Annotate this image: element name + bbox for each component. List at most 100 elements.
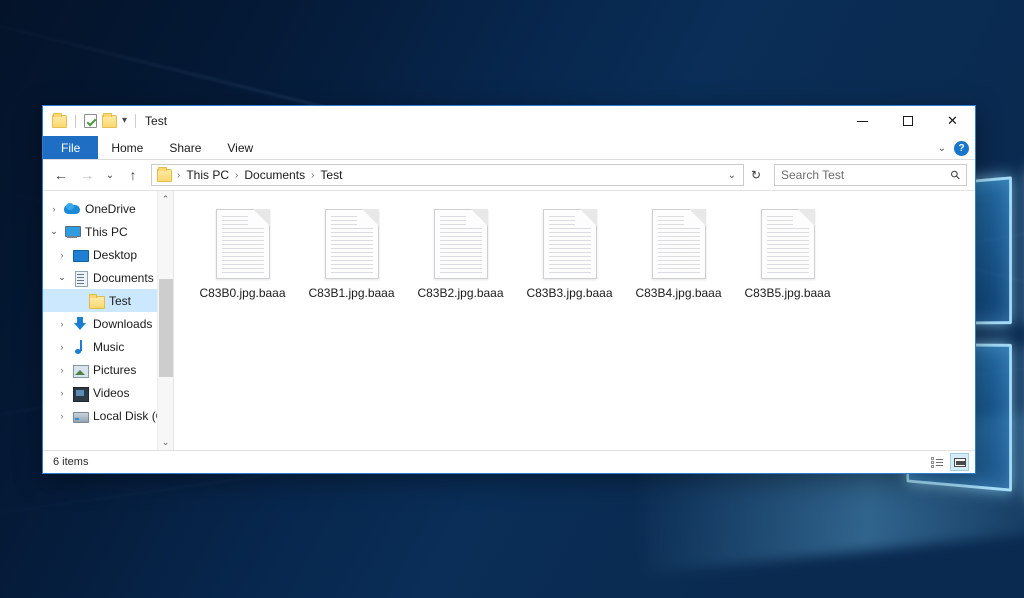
downloads-icon [72, 316, 88, 332]
ribbon-tab-strip: File Home Share View ⌄ ? [43, 136, 975, 160]
details-view-button[interactable] [927, 453, 946, 471]
close-icon: ✕ [947, 113, 958, 129]
folder-icon[interactable] [52, 115, 67, 128]
minimize-button[interactable] [840, 106, 885, 136]
folder-icon [157, 169, 172, 182]
up-button[interactable]: ↑ [121, 163, 145, 187]
sidebar-item-desktop[interactable]: › Desktop [43, 243, 173, 266]
scroll-down-icon[interactable]: ⌄ [158, 434, 174, 450]
file-name-label: C83B4.jpg.baaa [635, 286, 721, 300]
onedrive-icon [64, 201, 80, 217]
chevron-right-icon[interactable]: › [57, 388, 67, 398]
search-box[interactable]: Search Test ⚲ [774, 164, 967, 186]
sidebar-item-local-disk[interactable]: › Local Disk (C:) [43, 404, 173, 427]
address-bar-row: ← → ⌄ ↑ › This PC › Documents › Test ⌄ ↻… [43, 160, 975, 190]
breadcrumb-separator: › [310, 170, 315, 181]
desktop-icon [72, 247, 88, 263]
file-item[interactable]: C83B3.jpg.baaa [515, 205, 624, 323]
large-icons-view-button[interactable] [950, 453, 969, 471]
sidebar-item-test[interactable]: Test [43, 289, 173, 312]
file-name-label: C83B0.jpg.baaa [199, 286, 285, 300]
tab-file[interactable]: File [43, 136, 98, 159]
chevron-right-icon[interactable]: › [57, 250, 67, 260]
sidebar-item-videos[interactable]: › Videos [43, 381, 173, 404]
quick-access-toolbar: ▾ [43, 114, 127, 128]
refresh-button[interactable]: ↻ [746, 164, 766, 186]
file-name-label: C83B2.jpg.baaa [417, 286, 503, 300]
file-item[interactable]: C83B4.jpg.baaa [624, 205, 733, 323]
search-input[interactable]: Search Test [781, 168, 951, 182]
file-name-label: C83B1.jpg.baaa [308, 286, 394, 300]
breadcrumb-documents[interactable]: Documents [241, 168, 308, 182]
chevron-right-icon[interactable]: › [49, 204, 59, 214]
file-item[interactable]: C83B5.jpg.baaa [733, 205, 842, 323]
scroll-up-icon[interactable]: ⌃ [158, 191, 174, 207]
sidebar-item-pictures[interactable]: › Pictures [43, 358, 173, 381]
chevron-down-icon[interactable]: ⌄ [57, 272, 67, 283]
breadcrumb-test[interactable]: Test [317, 168, 345, 182]
view-toggle-group [927, 453, 969, 471]
file-name-label: C83B5.jpg.baaa [744, 286, 830, 300]
file-item[interactable]: C83B1.jpg.baaa [297, 205, 406, 323]
chevron-right-icon[interactable]: › [57, 342, 67, 352]
chevron-down-icon[interactable]: ⌄ [938, 143, 946, 154]
sidebar-item-downloads[interactable]: › Downloads [43, 312, 173, 335]
recent-locations-button[interactable]: ⌄ [101, 163, 119, 187]
back-button[interactable]: ← [49, 163, 73, 187]
page-lines [331, 216, 373, 273]
sidebar-item-label: Downloads [93, 317, 152, 331]
generic-file-icon [652, 209, 706, 279]
file-explorer-window: ▾ Test ✕ File Home Share View ⌄ ? ← → ⌄ [42, 105, 976, 474]
sidebar-item-label: Videos [93, 386, 129, 400]
scrollbar-thumb[interactable] [159, 279, 173, 377]
forward-button[interactable]: → [75, 163, 99, 187]
chevron-right-icon[interactable]: › [57, 365, 67, 375]
chevron-right-icon[interactable]: › [57, 319, 67, 329]
file-item[interactable]: C83B2.jpg.baaa [406, 205, 515, 323]
sidebar-item-documents[interactable]: ⌄ Documents [43, 266, 173, 289]
ribbon-right-controls: ⌄ ? [938, 136, 969, 160]
sidebar-item-onedrive[interactable]: › OneDrive [43, 197, 173, 220]
properties-icon[interactable] [84, 114, 97, 128]
page-lines [767, 216, 809, 273]
maximize-button[interactable] [885, 106, 930, 136]
sidebar-item-this-pc[interactable]: ⌄ This PC [43, 220, 173, 243]
new-folder-icon[interactable] [102, 115, 117, 128]
help-icon[interactable]: ? [954, 141, 969, 156]
maximize-icon [903, 116, 913, 126]
breadcrumb-separator: › [176, 170, 181, 181]
address-bar[interactable]: › This PC › Documents › Test ⌄ [151, 164, 744, 186]
videos-icon [72, 385, 88, 401]
scrollbar-track[interactable] [158, 207, 174, 434]
chevron-down-icon[interactable]: ⌄ [725, 170, 739, 181]
desktop: ▾ Test ✕ File Home Share View ⌄ ? ← → ⌄ [0, 0, 1024, 598]
sidebar-scrollbar[interactable]: ⌃ ⌄ [157, 191, 173, 450]
chevron-down-icon[interactable]: ⌄ [49, 226, 59, 237]
sidebar-item-label: Test [109, 294, 131, 308]
window-controls: ✕ [840, 106, 975, 136]
file-item[interactable]: C83B0.jpg.baaa [188, 205, 297, 323]
close-button[interactable]: ✕ [930, 106, 975, 136]
minimize-icon [857, 121, 868, 122]
page-lines [440, 216, 482, 273]
pictures-icon [72, 362, 88, 378]
address-bar-right: ⌄ [725, 170, 739, 181]
music-icon [72, 339, 88, 355]
folder-icon [88, 293, 104, 309]
breadcrumb-separator: › [234, 170, 239, 181]
tab-home[interactable]: Home [98, 136, 156, 159]
divider [75, 115, 76, 128]
sidebar-item-label: OneDrive [85, 202, 136, 216]
window-title: Test [135, 114, 167, 128]
tab-share[interactable]: Share [156, 136, 214, 159]
file-list-view[interactable]: C83B0.jpg.baaa C83B1.jpg.baaa [173, 191, 975, 450]
breadcrumb-this-pc[interactable]: This PC [183, 168, 232, 182]
generic-file-icon [543, 209, 597, 279]
generic-file-icon [761, 209, 815, 279]
chevron-down-icon[interactable]: ▾ [122, 116, 127, 126]
chevron-right-icon[interactable]: › [57, 411, 67, 421]
tab-view[interactable]: View [214, 136, 266, 159]
title-bar: ▾ Test ✕ [43, 106, 975, 136]
sidebar-item-label: Documents [93, 271, 154, 285]
sidebar-item-music[interactable]: › Music [43, 335, 173, 358]
